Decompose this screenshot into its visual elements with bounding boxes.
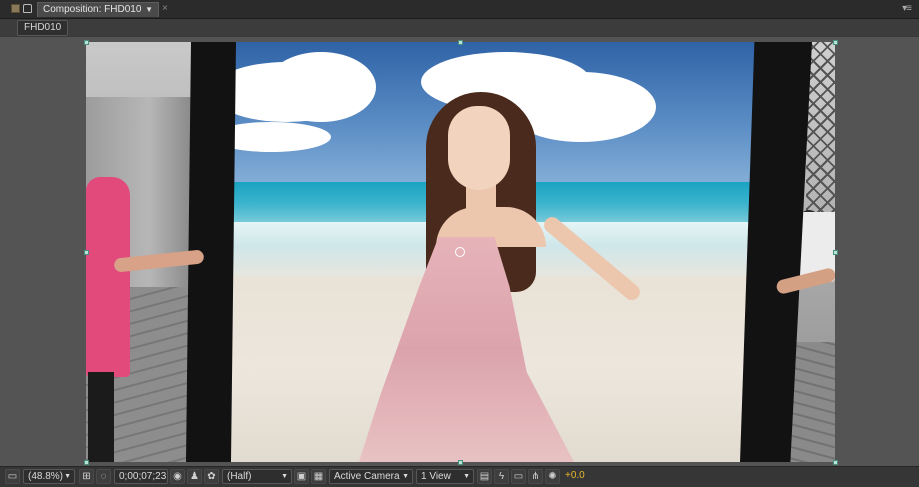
- transform-handle[interactable]: [84, 40, 89, 45]
- transform-handle[interactable]: [833, 460, 838, 465]
- lock-icon[interactable]: [23, 4, 32, 13]
- transform-handle[interactable]: [458, 40, 463, 45]
- breadcrumb-bar: FHD010: [0, 19, 919, 36]
- views-label: 1 View: [421, 471, 451, 482]
- color-channels-icon[interactable]: ✿: [204, 469, 219, 484]
- triangle-down-icon: ▼: [64, 473, 71, 480]
- triangle-down-icon: ▼: [402, 473, 409, 480]
- transparency-grid-icon[interactable]: ▦: [311, 469, 326, 484]
- transform-handle[interactable]: [833, 250, 838, 255]
- exposure-value[interactable]: +0.0: [565, 469, 585, 484]
- tab-title: Composition: FHD010: [43, 4, 142, 15]
- person-pink-shirt: [86, 177, 130, 377]
- camera-label: Active Camera: [334, 471, 400, 482]
- resolution-dropdown[interactable]: (Half) ▼: [222, 469, 292, 484]
- triangle-down-icon: ▼: [463, 473, 470, 480]
- person-legs: [88, 372, 114, 462]
- tab-composition[interactable]: Composition: FHD010 ▼: [37, 2, 159, 17]
- show-snapshot-icon[interactable]: ♟: [187, 469, 202, 484]
- transform-handle[interactable]: [458, 460, 463, 465]
- grid-guides-icon[interactable]: ⊞: [79, 469, 94, 484]
- anchor-point-icon[interactable]: [455, 247, 465, 257]
- close-icon[interactable]: ×: [162, 3, 168, 14]
- panel-tab-bar: Composition: FHD010 ▼ × ▾≡: [0, 0, 919, 19]
- fast-previews-icon[interactable]: ϟ: [494, 469, 509, 484]
- timeline-icon[interactable]: ▭: [511, 469, 526, 484]
- transform-handle[interactable]: [84, 460, 89, 465]
- magnification-label: (48.8%): [28, 471, 64, 482]
- triangle-down-icon: ▼: [281, 473, 288, 480]
- viewer-toolbar: ▭ (48.8%) ▼ ⊞ ◌ 0;00;07;23 ◉ ♟ ✿ (Half) …: [0, 466, 919, 487]
- breadcrumb-composition[interactable]: FHD010: [17, 20, 69, 36]
- exposure-reset-icon[interactable]: ✺: [545, 469, 560, 484]
- transform-handle[interactable]: [84, 250, 89, 255]
- view-layout-dropdown[interactable]: 1 View ▼: [416, 469, 474, 484]
- cloud: [266, 52, 376, 122]
- flowchart-icon[interactable]: ⋔: [528, 469, 543, 484]
- woman-face: [448, 106, 510, 190]
- resolution-label: (Half): [227, 471, 252, 482]
- panel-grip-icon[interactable]: [11, 4, 20, 13]
- camera-dropdown[interactable]: Active Camera ▼: [329, 469, 413, 484]
- always-preview-icon[interactable]: ▭: [5, 469, 20, 484]
- camera-snapshot-icon[interactable]: ◉: [170, 469, 185, 484]
- region-of-interest-icon[interactable]: ▣: [294, 469, 309, 484]
- mask-visibility-icon[interactable]: ◌: [96, 469, 111, 484]
- toggle-pixel-aspect-icon[interactable]: ▤: [477, 469, 492, 484]
- magnification-dropdown[interactable]: (48.8%) ▼: [23, 469, 75, 484]
- transform-handle[interactable]: [833, 40, 838, 45]
- panel-menu-icon[interactable]: ▾≡: [902, 3, 912, 14]
- current-time[interactable]: 0;00;07;23: [114, 469, 168, 484]
- tab-icons: [11, 4, 32, 13]
- triangle-down-icon[interactable]: ▼: [145, 3, 153, 17]
